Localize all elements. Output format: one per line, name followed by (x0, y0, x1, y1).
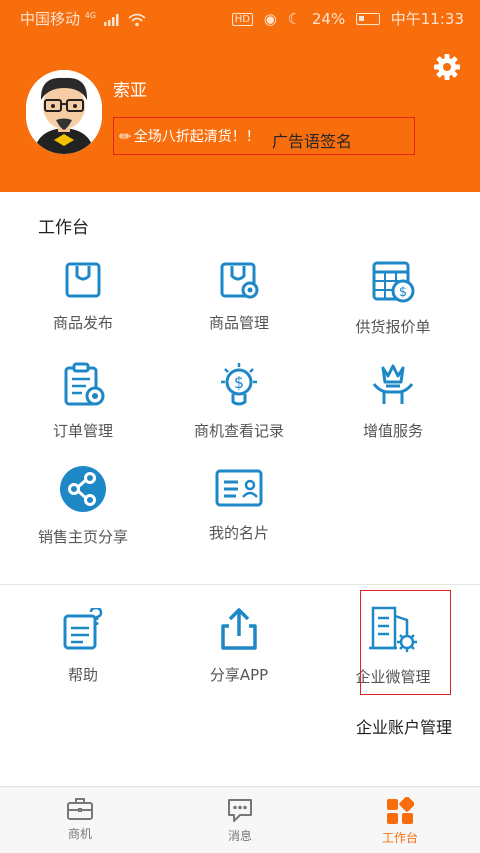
avatar-cartoon-icon (26, 70, 102, 154)
signature-field[interactable]: ✎全场八折起清货！！ 广告语签名 (113, 117, 415, 155)
dollar-bulb-icon: $ (221, 363, 257, 406)
svg-text:$: $ (234, 373, 244, 392)
supply-quote-label: 供货报价单 (355, 318, 431, 336)
enterprise-account-annotation: 企业账户管理 (356, 718, 453, 737)
order-manage-label: 订单管理 (52, 422, 113, 440)
order-clipboard-icon (64, 362, 105, 406)
product-manage-label: 商品管理 (208, 314, 269, 332)
workbench-grid-icon (387, 797, 414, 824)
tab-workbench[interactable]: 工作台 (320, 787, 480, 853)
signature-hint: 广告语签名 (272, 132, 353, 151)
upload-share-icon (221, 608, 257, 650)
product-publish-label: 商品发布 (52, 314, 113, 332)
tab-business-opportunity-label: 商机 (67, 827, 92, 841)
value-added-service-button[interactable]: 增值服务 (313, 362, 473, 441)
help-button[interactable]: 帮助 (3, 608, 163, 685)
chat-bubble-icon (228, 799, 252, 822)
hd-icon: HD (231, 13, 253, 26)
briefcase-icon (67, 798, 93, 820)
tab-messages[interactable]: 消息 (160, 787, 320, 853)
share-app-button[interactable]: 分享APP (159, 606, 319, 685)
wifi-icon (128, 13, 146, 26)
status-bar: 中国移动 4G HD ◉ ☾ 24% 中午11:33 (0, 0, 480, 34)
section-title: 工作台 (38, 218, 89, 238)
avatar[interactable] (26, 70, 102, 154)
pencil-icon: ✎ (116, 127, 136, 147)
profile-header: 中国移动 4G HD ◉ ☾ 24% 中午11:33 索亚 ✎全场八折起清货！！… (0, 0, 480, 192)
tab-workbench-label: 工作台 (381, 831, 418, 845)
business-card-icon (215, 469, 263, 507)
my-business-card-button[interactable]: 我的名片 (159, 466, 319, 543)
share-app-label: 分享APP (209, 666, 269, 684)
signal-icon (103, 13, 119, 26)
product-manage-button[interactable]: 商品管理 (159, 260, 319, 333)
highlight-annotation-box (360, 590, 451, 695)
bag-settings-icon (220, 262, 259, 299)
tab-business-opportunity[interactable]: 商机 (0, 787, 160, 853)
slogan-label: 全场八折起清货！！ (133, 129, 260, 145)
supply-quote-button[interactable]: $ 供货报价单 (313, 260, 473, 337)
clock: 中午11:33 (390, 10, 464, 28)
crown-hand-icon (372, 364, 414, 404)
eye-icon: ◉ (263, 10, 277, 28)
price-sheet-icon: $ (372, 261, 415, 303)
product-publish-button[interactable]: 商品发布 (3, 260, 163, 333)
bag-icon (65, 262, 101, 298)
network-label: 4G (84, 11, 97, 20)
user-name: 索亚 (113, 81, 147, 101)
my-business-card-label: 我的名片 (208, 524, 269, 542)
lead-records-button[interactable]: $ 商机查看记录 (159, 362, 319, 441)
battery-icon (355, 13, 380, 25)
slogan-text: ✎全场八折起清货！！ (116, 126, 260, 147)
battery-percent: 24% (311, 10, 346, 28)
share-circle-icon (60, 466, 106, 512)
section-divider (0, 584, 480, 585)
value-added-service-label: 增值服务 (362, 422, 423, 440)
help-label: 帮助 (67, 666, 98, 684)
carrier-label: 中国移动 (20, 10, 81, 28)
moon-icon: ☾ (287, 10, 302, 28)
sales-homepage-share-button[interactable]: 销售主页分享 (3, 464, 163, 547)
svg-text:$: $ (399, 285, 407, 300)
lead-records-label: 商机查看记录 (193, 422, 284, 440)
sales-homepage-share-label: 销售主页分享 (37, 528, 128, 546)
help-document-icon (63, 608, 103, 650)
settings-gear-icon[interactable] (432, 52, 462, 82)
bottom-tab-bar: 商机 消息 工作台 (0, 786, 480, 853)
order-manage-button[interactable]: 订单管理 (3, 362, 163, 441)
tab-messages-label: 消息 (227, 829, 252, 843)
